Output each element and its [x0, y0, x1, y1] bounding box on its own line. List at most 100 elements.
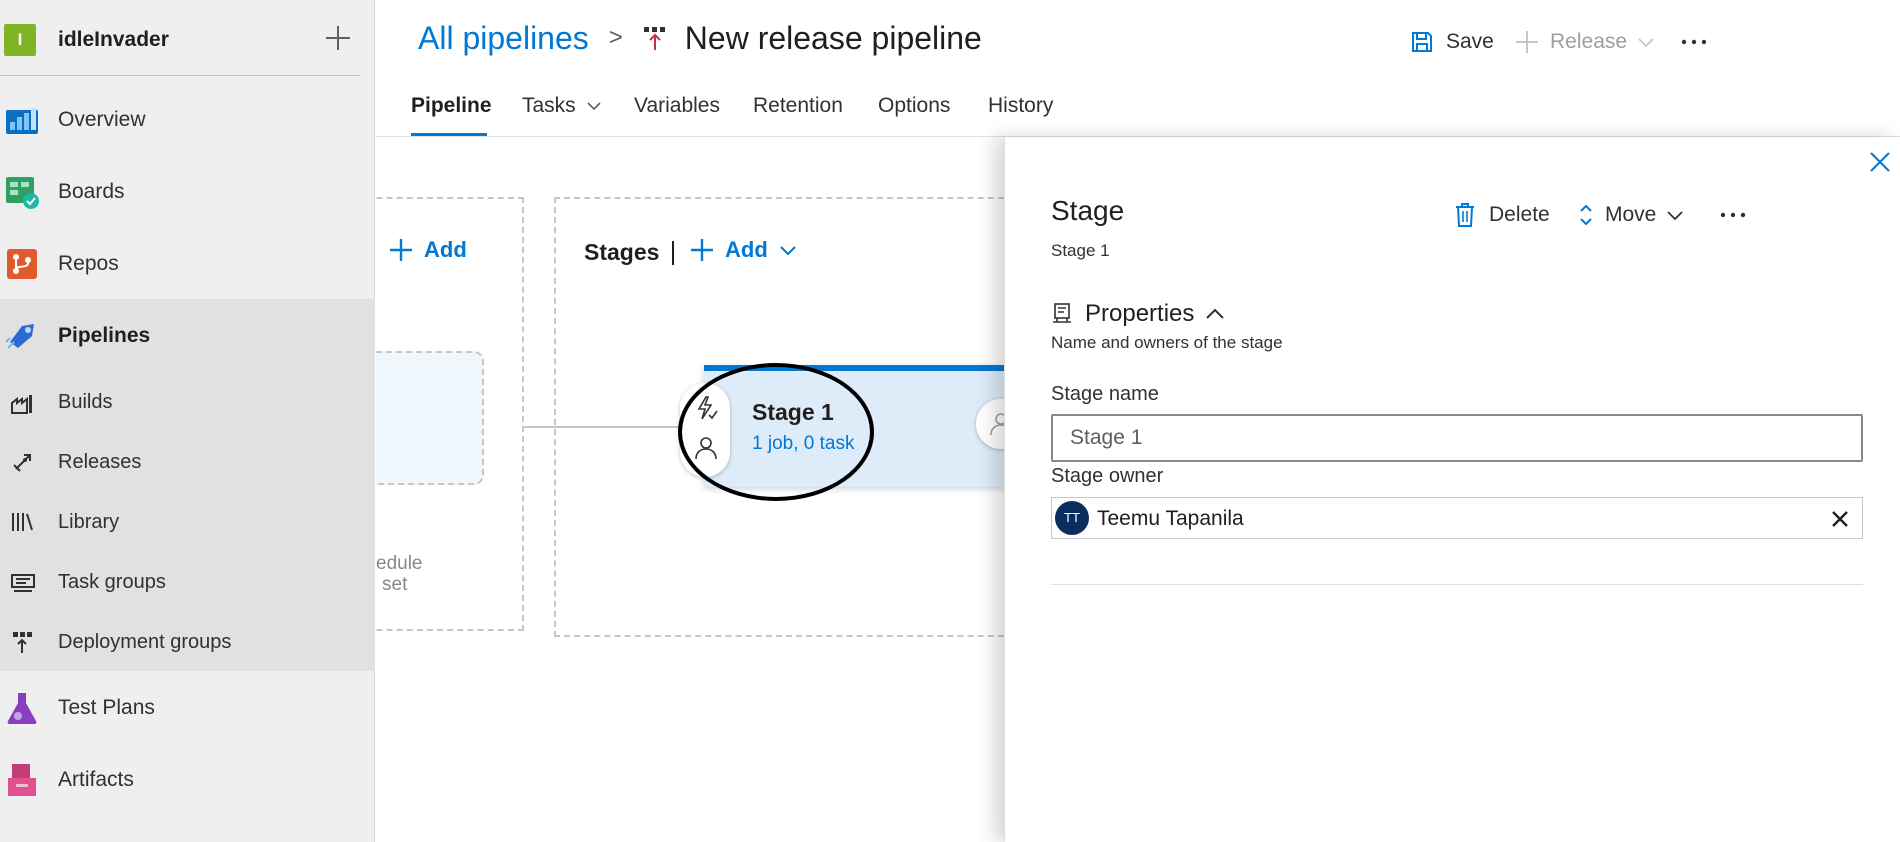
stage-name-label: Stage name	[1051, 383, 1159, 405]
nav-item-deployment-groups[interactable]: Deployment groups	[0, 627, 375, 657]
nav-label: Builds	[58, 390, 113, 413]
tab-label: Options	[878, 94, 951, 117]
nav-item-repos[interactable]: Repos	[0, 246, 375, 282]
tab-pipeline[interactable]: Pipeline	[411, 90, 492, 136]
properties-title: Properties	[1085, 300, 1195, 327]
page-title: New release pipeline	[684, 19, 982, 56]
save-icon	[1412, 32, 1432, 52]
tab-variables[interactable]: Variables	[634, 90, 720, 136]
stages-title: Stages	[584, 239, 660, 265]
panel-title: Stage	[1051, 195, 1125, 226]
nav-item-artifacts[interactable]: Artifacts	[0, 762, 375, 798]
left-navigation: I idleInvader Overview Boards Repos Pipe…	[0, 0, 375, 842]
tab-label: History	[988, 94, 1054, 117]
stage-owner-label: Stage owner	[1051, 465, 1164, 487]
nav-label: Test Plans	[58, 696, 155, 719]
nav-label: Library	[58, 510, 120, 533]
deployment-groups-icon	[13, 632, 32, 653]
plus-icon	[1516, 31, 1538, 53]
nav-label: Task groups	[58, 570, 166, 593]
nav-item-releases[interactable]: Releases	[0, 447, 375, 477]
nav-item-pipelines[interactable]: Pipelines	[0, 318, 375, 354]
nav-item-boards[interactable]: Boards	[0, 174, 375, 210]
save-button[interactable]: Save	[1410, 24, 1510, 60]
close-icon[interactable]	[1828, 507, 1852, 531]
panel-subtitle: Stage 1	[1051, 241, 1110, 260]
nav-label: Repos	[58, 252, 119, 275]
pipelines-group-background	[0, 299, 375, 671]
nav-item-test-plans[interactable]: Test Plans	[0, 690, 375, 726]
breadcrumb-separator: >	[608, 24, 623, 51]
schedule-text: set	[382, 574, 408, 595]
breadcrumb: All pipelines > New release pipeline	[418, 18, 982, 58]
overview-icon	[6, 108, 38, 134]
separator	[672, 241, 674, 265]
nav-label: Overview	[58, 108, 146, 131]
highlight-annotation-ellipse	[678, 363, 874, 501]
person-icon	[990, 413, 1004, 436]
schedule-text: edule	[376, 553, 423, 574]
nav-label: Releases	[58, 450, 142, 473]
move-label: Move	[1605, 203, 1657, 226]
nav-label: Boards	[58, 180, 125, 203]
save-label: Save	[1446, 30, 1494, 53]
properties-section-toggle[interactable]: Properties	[1051, 297, 1226, 331]
plus-icon	[390, 239, 412, 261]
plus-icon	[691, 239, 713, 261]
schedule-status[interactable]: edule set	[376, 553, 423, 595]
org-avatar[interactable]: I	[4, 24, 36, 56]
add-label: Add	[424, 237, 467, 262]
properties-icon	[1053, 303, 1071, 323]
tab-tasks[interactable]: Tasks	[522, 90, 602, 136]
org-name[interactable]: idleInvader	[58, 28, 169, 52]
chevron-down-icon	[780, 246, 796, 256]
releases-icon	[13, 454, 31, 472]
artifacts-icon	[8, 764, 36, 796]
move-stage-button[interactable]: Move	[1577, 197, 1707, 233]
owner-name: Teemu Tapanila	[1097, 507, 1244, 530]
tab-label: Variables	[634, 94, 720, 117]
artifact-placeholder-card[interactable]: an ct	[376, 351, 484, 485]
nav-item-overview[interactable]: Overview	[0, 102, 375, 138]
add-artifact-button[interactable]: Add	[388, 237, 467, 263]
more-options-icon[interactable]	[1676, 24, 1712, 60]
stage-properties-panel: Stage Stage 1 Delete Move Properties Nam…	[1004, 137, 1900, 842]
tab-label: Tasks	[522, 94, 576, 117]
properties-description: Name and owners of the stage	[1051, 333, 1283, 352]
tab-label: Pipeline	[411, 94, 492, 117]
tab-options[interactable]: Options	[878, 90, 950, 136]
library-icon	[12, 513, 33, 531]
chevron-down-icon	[1667, 211, 1683, 221]
boards-icon	[6, 177, 39, 209]
nav-item-task-groups[interactable]: Task groups	[0, 567, 375, 597]
tab-label: Retention	[753, 94, 843, 117]
nav-label: Deployment groups	[58, 630, 232, 653]
nav-item-library[interactable]: Library	[0, 507, 375, 537]
more-options-icon[interactable]	[1715, 197, 1751, 233]
org-header: I idleInvader	[0, 0, 375, 76]
chevron-down-icon	[586, 102, 601, 111]
nav-label: Pipelines	[58, 324, 151, 347]
chevron-down-icon	[1638, 38, 1654, 48]
tab-retention[interactable]: Retention	[753, 90, 843, 136]
breadcrumb-all-pipelines-link[interactable]: All pipelines	[418, 20, 589, 57]
stage-name-input[interactable]	[1051, 414, 1863, 462]
nav-item-builds[interactable]: Builds	[0, 387, 375, 417]
add-label: Add	[725, 237, 768, 262]
trash-icon	[1456, 203, 1474, 227]
chevron-up-icon	[1206, 308, 1225, 319]
release-button[interactable]: Release	[1514, 24, 1664, 60]
owner-avatar: TT	[1055, 501, 1089, 535]
close-icon[interactable]	[1865, 147, 1895, 177]
delete-stage-button[interactable]: Delete	[1453, 197, 1573, 233]
add-stage-button[interactable]: Add	[689, 237, 798, 263]
nav-label: Artifacts	[58, 768, 134, 791]
stage-owner-picker[interactable]: TT Teemu Tapanila	[1051, 497, 1863, 539]
up-down-icon	[1580, 204, 1592, 226]
task-groups-icon	[11, 574, 35, 592]
plus-icon[interactable]	[322, 22, 354, 54]
pipelines-icon	[5, 324, 34, 349]
tab-history[interactable]: History	[988, 90, 1053, 136]
pipeline-canvas: Add an ct edule set Stages Add Stage 1 1…	[376, 137, 1004, 842]
test-plans-icon	[7, 693, 37, 724]
